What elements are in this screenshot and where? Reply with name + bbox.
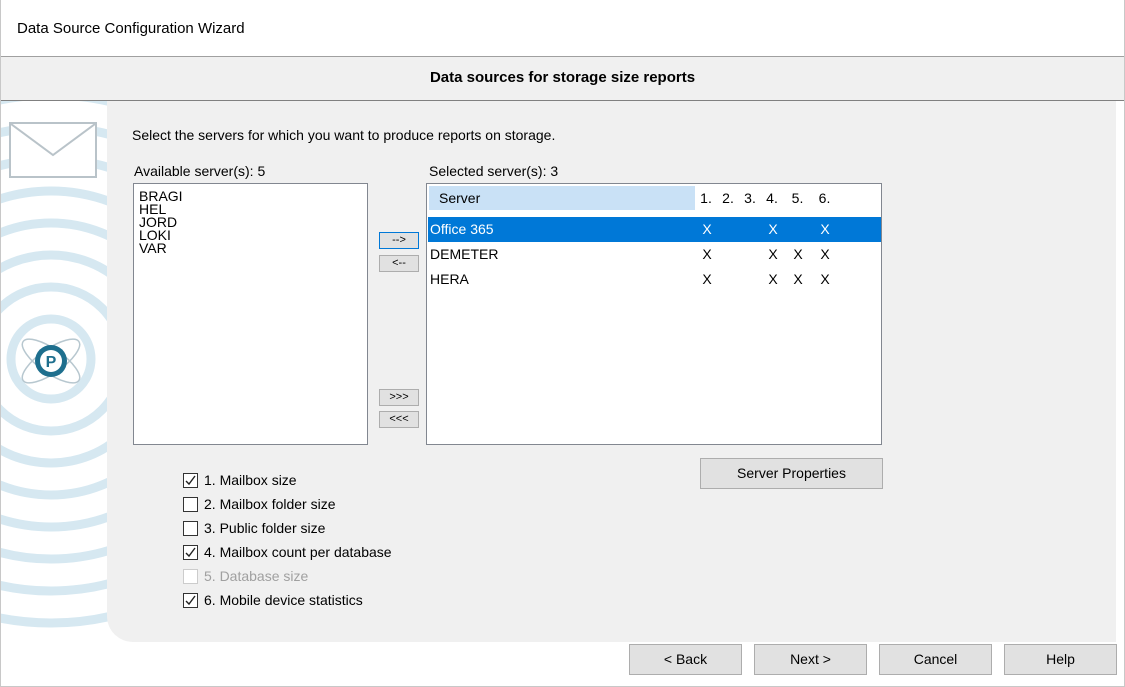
cell-flag-4: X [768, 246, 778, 262]
cell-server: HERA [430, 271, 469, 287]
option-label: 5. Database size [204, 568, 309, 584]
list-item[interactable]: LOKI [134, 228, 367, 242]
available-servers-label: Available server(s): 5 [134, 163, 266, 179]
cell-flag-1: X [702, 221, 712, 237]
column-header-4[interactable]: 4. [761, 186, 783, 210]
remove-all-servers-button[interactable]: <<< [379, 411, 419, 428]
wizard-footer: < Back Next > Cancel Help [1, 642, 1124, 686]
empty-checkbox-icon [183, 497, 198, 512]
checkmark-icon [183, 593, 198, 608]
content-panel: Select the servers for which you want to… [107, 101, 1116, 642]
table-row[interactable]: DEMETER X X X X [428, 242, 881, 267]
remove-server-button[interactable]: <-- [379, 255, 419, 272]
wizard-header: Data sources for storage size reports [1, 56, 1124, 101]
available-servers-list[interactable]: BRAGI HEL JORD LOKI VAR [133, 183, 368, 445]
add-all-servers-button[interactable]: >>> [379, 389, 419, 406]
empty-checkbox-icon [183, 521, 198, 536]
cell-server: DEMETER [430, 246, 499, 262]
instruction-text: Select the servers for which you want to… [132, 127, 556, 143]
envelope-icon [9, 122, 97, 178]
list-item[interactable]: VAR [134, 241, 367, 255]
cell-flag-1: X [702, 246, 712, 262]
table-row[interactable]: Office 365 X X X [428, 217, 881, 242]
column-header-2[interactable]: 2. [717, 186, 739, 210]
selected-servers-label: Selected server(s): 3 [429, 163, 559, 179]
wizard-window: Data Source Configuration Wizard Data so… [0, 0, 1125, 687]
cell-flag-5: X [793, 271, 803, 287]
cell-flag-5: X [793, 246, 803, 262]
option-label: 4. Mailbox count per database [204, 544, 392, 560]
cell-flag-4: X [768, 271, 778, 287]
option-label: 1. Mailbox size [204, 472, 297, 488]
column-header-5[interactable]: 5. [783, 186, 812, 210]
cell-flag-6: X [820, 246, 830, 262]
cell-flag-1: X [702, 271, 712, 287]
report-options: 1. Mailbox size 2. Mailbox folder size 3. … [183, 471, 483, 621]
next-button[interactable]: Next > [754, 644, 867, 675]
back-button[interactable]: < Back [629, 644, 742, 675]
add-server-button[interactable]: --> [379, 232, 419, 249]
column-header-1[interactable]: 1. [695, 186, 717, 210]
decorative-side-panel: P [1, 101, 109, 641]
column-header-server[interactable]: Server [429, 186, 695, 210]
list-item[interactable]: BRAGI [134, 189, 367, 203]
cancel-button[interactable]: Cancel [879, 644, 992, 675]
svg-text:P: P [46, 354, 57, 371]
checkmark-icon [183, 473, 198, 488]
checkmark-icon [183, 545, 198, 560]
window-title: Data Source Configuration Wizard [17, 20, 245, 37]
empty-checkbox-icon [183, 569, 198, 584]
selected-servers-grid[interactable]: Server 1. 2. 3. 4. 5. 6. Office 365 X X X DE… [426, 183, 882, 445]
option-label: 2. Mailbox folder size [204, 496, 336, 512]
cell-server: Office 365 [430, 221, 494, 237]
option-label: 6. Mobile device statistics [204, 592, 363, 608]
column-header-3[interactable]: 3. [739, 186, 761, 210]
logo-icon: P [21, 338, 81, 384]
option-label: 3. Public folder size [204, 520, 326, 536]
cell-flag-6: X [820, 221, 830, 237]
cell-flag-4: X [768, 221, 778, 237]
server-properties-button[interactable]: Server Properties [700, 458, 883, 489]
title-bar: Data Source Configuration Wizard [1, 0, 1124, 56]
page-title: Data sources for storage size reports [429, 69, 696, 86]
cell-flag-6: X [820, 271, 830, 287]
help-button[interactable]: Help [1004, 644, 1117, 675]
column-header-6[interactable]: 6. [812, 186, 837, 210]
table-row[interactable]: HERA X X X X [428, 267, 881, 292]
